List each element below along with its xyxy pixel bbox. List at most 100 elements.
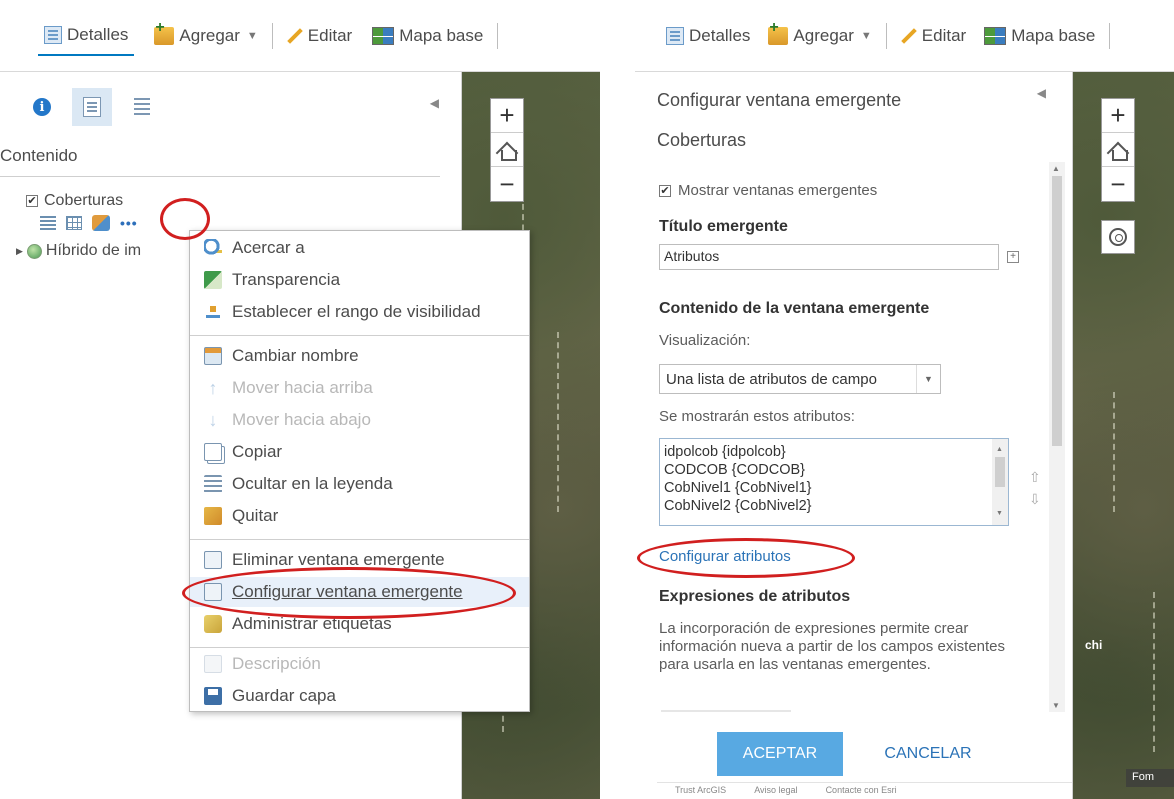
collapse-panel-icon[interactable]: ◀ [430, 96, 439, 110]
labels-icon [204, 615, 222, 633]
layer-item[interactable]: ✔ Coberturas ••• [26, 192, 138, 232]
tab-content[interactable] [72, 88, 112, 126]
display-select[interactable]: Una lista de atributos de campo ▼ [659, 364, 941, 394]
list-item[interactable]: CobNivel2 {CobNivel2} [664, 497, 1008, 515]
list-item[interactable]: idpolcob {idpolcob} [664, 443, 1008, 461]
details-button[interactable]: Detalles [660, 16, 756, 56]
footer-link-trust[interactable]: Trust ArcGIS [675, 785, 726, 799]
home-button[interactable] [491, 133, 523, 167]
display-label: Visualización: [659, 332, 751, 349]
footer-link-legal[interactable]: Aviso legal [754, 785, 797, 799]
menu-divider [190, 647, 529, 648]
basemap-icon [984, 26, 1007, 45]
map-trail [1113, 392, 1115, 512]
show-table-icon[interactable] [66, 216, 82, 230]
menu-item-copy[interactable]: Copiar [190, 437, 529, 467]
basemap-label: Mapa base [399, 25, 484, 45]
menu-item-description[interactable]: Descripción [190, 649, 529, 679]
tab-legend[interactable] [122, 88, 162, 126]
menu-item-manage-labels[interactable]: Administrar etiquetas [190, 609, 529, 639]
menu-item-save-layer[interactable]: Guardar capa [190, 681, 529, 711]
panel-tabs: i [22, 88, 162, 126]
add-icon [154, 19, 175, 45]
popup-title-input[interactable]: Atributos [659, 244, 999, 270]
change-style-icon[interactable] [92, 215, 110, 231]
scroll-down-arrow-icon[interactable]: ▼ [1052, 701, 1060, 710]
cancel-button[interactable]: CANCELAR [863, 732, 993, 776]
menu-item-visibility-range[interactable]: Establecer el rango de visibilidad [190, 297, 529, 327]
scroll-down-arrow-icon[interactable]: ▼ [996, 505, 1003, 523]
zoom-in-button[interactable]: + [491, 99, 523, 133]
menu-item-move-up[interactable]: ↑ Mover hacia arriba [190, 373, 529, 403]
details-icon [44, 25, 62, 44]
menu-item-rename[interactable]: Cambiar nombre [190, 341, 529, 371]
add-button[interactable]: Agregar ▼ [762, 16, 877, 56]
panel-title: Configurar ventana emergente [657, 90, 902, 110]
details-button[interactable]: Detalles [38, 16, 135, 56]
basemap-button[interactable]: Mapa base [978, 16, 1101, 56]
edit-button[interactable]: Editar [281, 16, 358, 56]
configure-popup-icon [204, 583, 222, 601]
content-icon [83, 97, 101, 117]
menu-item-move-down[interactable]: ↓ Mover hacia abajo [190, 405, 529, 435]
list-scrollbar[interactable]: ▲ ▼ [992, 439, 1008, 525]
locate-button[interactable] [1101, 220, 1135, 254]
show-legend-icon[interactable] [40, 216, 56, 230]
move-down-icon[interactable]: ⇩ [1029, 488, 1041, 510]
expand-triangle-icon[interactable]: ▶ [16, 246, 23, 257]
zoom-in-button[interactable]: + [1102, 99, 1134, 133]
menu-item-remove-popup[interactable]: Eliminar ventana emergente [190, 545, 529, 575]
hide-legend-icon [204, 475, 222, 493]
panel-scrollbar[interactable]: ▲ ▼ [1049, 162, 1065, 712]
configure-attributes-link[interactable]: Configurar atributos [659, 548, 791, 565]
home-button[interactable] [1102, 133, 1134, 167]
visibility-range-icon [204, 303, 222, 321]
legend-icon [134, 98, 150, 116]
menu-item-hide-in-legend[interactable]: Ocultar en la leyenda [190, 469, 529, 499]
zoom-icon [204, 239, 222, 257]
more-options-icon[interactable]: ••• [120, 215, 138, 231]
basemap-icon [372, 26, 395, 45]
menu-item-transparency[interactable]: Transparencia [190, 265, 529, 295]
accept-button[interactable]: ACEPTAR [717, 732, 843, 776]
scroll-up-arrow-icon[interactable]: ▲ [1052, 164, 1060, 173]
toolbar-divider [271, 22, 273, 49]
edit-label: Editar [307, 25, 353, 45]
map-toolbar: Detalles Agregar ▼ Editar Mapa base [635, 0, 1174, 72]
layer-name: Coberturas [44, 192, 124, 209]
menu-item-remove[interactable]: Quitar [190, 501, 529, 531]
chevron-down-icon: ▼ [246, 29, 258, 42]
remove-icon [204, 507, 222, 525]
collapse-panel-icon[interactable]: ◀ [1037, 86, 1046, 100]
menu-item-configure-popup[interactable]: Configurar ventana emergente [190, 577, 529, 607]
details-label: Detalles [689, 25, 751, 45]
show-popups-row[interactable]: ✔ Mostrar ventanas emergentes [659, 182, 877, 199]
map-trail [1153, 592, 1155, 752]
tab-about[interactable]: i [22, 88, 62, 126]
list-item[interactable]: CODCOB {CODCOB} [664, 461, 1008, 479]
layer-tools: ••• [40, 214, 138, 232]
remove-popup-icon [204, 551, 222, 569]
move-up-icon[interactable]: ⇧ [1029, 466, 1041, 488]
footer-link-contact[interactable]: Contacte con Esri [826, 785, 897, 799]
insert-field-icon[interactable]: + [1007, 251, 1019, 263]
layer-visibility-checkbox[interactable]: ✔ [26, 195, 38, 207]
attributes-list[interactable]: idpolcob {idpolcob} CODCOB {CODCOB} CobN… [659, 438, 1009, 526]
list-item[interactable]: CobNivel1 {CobNivel1} [664, 479, 1008, 497]
menu-item-zoom-to[interactable]: Acercar a [190, 233, 529, 263]
show-popups-checkbox[interactable]: ✔ [659, 184, 671, 197]
pencil-icon [901, 28, 917, 44]
home-icon [498, 142, 517, 161]
scrollbar-thumb[interactable] [1052, 176, 1062, 446]
edit-button[interactable]: Editar [895, 16, 972, 56]
configure-popup-panel: Configurar ventana emergente ◀ Cobertura… [635, 72, 1073, 799]
basemap-button[interactable]: Mapa base [366, 16, 489, 56]
zoom-out-button[interactable]: − [1102, 167, 1134, 201]
toolbar-divider [1109, 22, 1111, 49]
details-icon [666, 26, 684, 45]
list-scrollbar-thumb[interactable] [995, 457, 1005, 487]
layer-item-basemap[interactable]: ▶ Híbrido de im [16, 242, 141, 260]
add-button[interactable]: Agregar ▼ [148, 16, 263, 56]
zoom-out-button[interactable]: − [491, 167, 523, 201]
edit-label: Editar [921, 25, 967, 45]
